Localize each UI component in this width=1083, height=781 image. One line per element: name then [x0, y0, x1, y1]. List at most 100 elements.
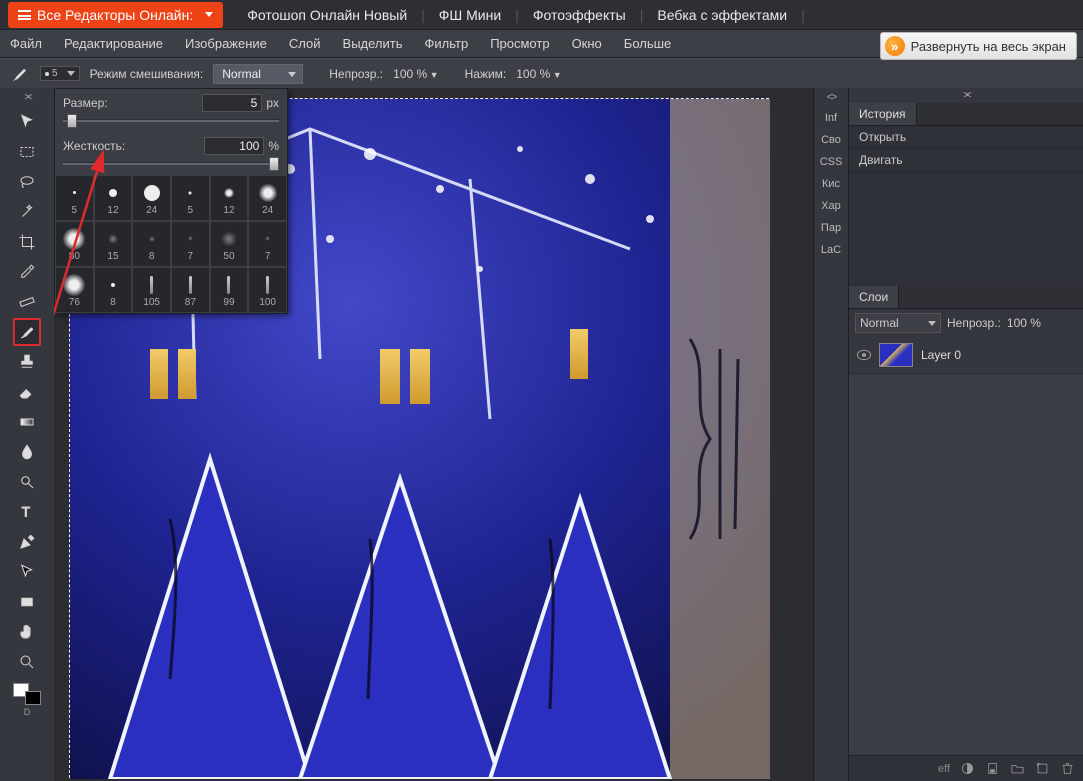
- adjustment-icon[interactable]: [985, 761, 1000, 776]
- brush-preset[interactable]: 7: [248, 221, 287, 267]
- eraser-tool[interactable]: [13, 378, 41, 406]
- crop-tool[interactable]: [13, 228, 41, 256]
- new-layer-icon[interactable]: [1035, 761, 1050, 776]
- marquee-tool[interactable]: [13, 138, 41, 166]
- layers-panel-tabs: Слои: [849, 286, 1083, 309]
- brush-preset[interactable]: 8: [94, 267, 133, 313]
- brush-preset[interactable]: 99: [210, 267, 249, 313]
- menu-window[interactable]: Окно: [572, 36, 602, 51]
- folder-icon[interactable]: [1010, 761, 1025, 776]
- mini-tab-brush[interactable]: Кис: [822, 173, 840, 195]
- menu-image[interactable]: Изображение: [185, 36, 267, 51]
- mask-icon[interactable]: [960, 761, 975, 776]
- menu-select[interactable]: Выделить: [343, 36, 403, 51]
- brush-size-input[interactable]: [202, 94, 262, 112]
- brush-presets-grid: 51224512248015875077681058799100: [55, 175, 287, 313]
- eyedropper-tool[interactable]: [13, 258, 41, 286]
- brush-preset[interactable]: 105: [132, 267, 171, 313]
- brush-tool[interactable]: [13, 318, 41, 346]
- flow-value[interactable]: 100 %: [516, 67, 561, 81]
- editors-dropdown[interactable]: Все Редакторы Онлайн:: [8, 2, 223, 28]
- nav-link-0[interactable]: Фотошоп Онлайн Новый: [247, 7, 407, 23]
- brush-preset[interactable]: 50: [210, 221, 249, 267]
- mini-tab-css[interactable]: CSS: [820, 151, 843, 173]
- background-swatch[interactable]: [25, 691, 41, 705]
- mini-tab-lac[interactable]: LaC: [821, 239, 841, 261]
- gradient-tool[interactable]: [13, 408, 41, 436]
- default-colors-button[interactable]: D: [24, 707, 31, 717]
- brush-settings-panel: Размер: px Жесткость: %: [54, 88, 288, 314]
- mini-tab-para[interactable]: Пар: [821, 217, 841, 239]
- mini-tab-char[interactable]: Хар: [821, 195, 841, 217]
- brush-preset[interactable]: 15: [94, 221, 133, 267]
- blur-tool[interactable]: [13, 438, 41, 466]
- path-select-tool[interactable]: [13, 558, 41, 586]
- layer-blend-select[interactable]: Normal: [855, 313, 941, 333]
- brush-preset[interactable]: 76: [55, 267, 94, 313]
- lasso-tool[interactable]: [13, 168, 41, 196]
- mini-tab-swatch[interactable]: Сво: [821, 129, 841, 151]
- ruler-tool[interactable]: [13, 288, 41, 316]
- current-tool-icon: [8, 63, 30, 85]
- brush-preset-picker[interactable]: 5: [40, 66, 80, 81]
- wand-tool[interactable]: [13, 198, 41, 226]
- brush-hardness-input[interactable]: [204, 137, 264, 155]
- collapse-chevron-icon[interactable]: > <: [849, 88, 1083, 103]
- chevron-down-icon: [205, 12, 213, 17]
- brush-size-slider[interactable]: [63, 114, 279, 128]
- layer-name[interactable]: Layer 0: [921, 348, 961, 362]
- brush-preset[interactable]: 5: [55, 175, 94, 221]
- shape-tool[interactable]: [13, 588, 41, 616]
- menu-layer[interactable]: Слой: [289, 36, 321, 51]
- brush-preset[interactable]: 5: [171, 175, 210, 221]
- collapse-chevron-icon[interactable]: > <: [24, 92, 29, 103]
- footer-eff-label[interactable]: eff: [938, 763, 950, 775]
- layer-thumbnail[interactable]: [879, 343, 913, 367]
- blend-mode-select[interactable]: Normal: [213, 64, 303, 84]
- color-swatches[interactable]: [13, 683, 41, 705]
- trash-icon[interactable]: [1060, 761, 1075, 776]
- brush-preset[interactable]: 87: [171, 267, 210, 313]
- layer-row[interactable]: Layer 0: [849, 337, 1083, 374]
- opacity-value[interactable]: 100 %: [393, 67, 438, 81]
- zoom-tool[interactable]: [13, 648, 41, 676]
- nav-link-2[interactable]: Фотоэффекты: [533, 7, 626, 23]
- expand-fullscreen-button[interactable]: Развернуть на весь экран: [880, 32, 1077, 60]
- menu-icon: [18, 10, 31, 20]
- brush-preset[interactable]: 24: [132, 175, 171, 221]
- nav-link-1[interactable]: ФШ Мини: [439, 7, 501, 23]
- options-bar: 5 Режим смешивания: Normal Непрозр.: 100…: [0, 58, 1083, 88]
- tab-layers[interactable]: Слои: [849, 286, 899, 308]
- history-item[interactable]: Двигать: [849, 149, 1083, 172]
- mini-tab-info[interactable]: Inf: [825, 107, 837, 129]
- history-item[interactable]: Открыть: [849, 126, 1083, 149]
- menu-view[interactable]: Просмотр: [490, 36, 549, 51]
- editors-dropdown-label: Все Редакторы Онлайн:: [37, 7, 193, 23]
- visibility-eye-icon[interactable]: [857, 350, 871, 360]
- brush-preset[interactable]: 12: [210, 175, 249, 221]
- hand-tool[interactable]: [13, 618, 41, 646]
- brush-preset[interactable]: 100: [248, 267, 287, 313]
- menu-filter[interactable]: Фильтр: [425, 36, 469, 51]
- tab-history[interactable]: История: [849, 103, 917, 125]
- brush-preset[interactable]: 80: [55, 221, 94, 267]
- nav-link-3[interactable]: Вебка с эффектами: [657, 7, 787, 23]
- pen-tool[interactable]: [13, 528, 41, 556]
- brush-preset[interactable]: 7: [171, 221, 210, 267]
- collapse-chevron-icon[interactable]: < >: [827, 92, 835, 103]
- brush-hardness-slider[interactable]: [63, 157, 279, 171]
- brush-preset[interactable]: 24: [248, 175, 287, 221]
- app-menu: Файл Редактирование Изображение Слой Выд…: [0, 30, 1083, 58]
- menu-file[interactable]: Файл: [10, 36, 42, 51]
- layer-opacity-value[interactable]: 100 %: [1007, 316, 1041, 330]
- brush-preset[interactable]: 12: [94, 175, 133, 221]
- stamp-tool[interactable]: [13, 348, 41, 376]
- dodge-tool[interactable]: [13, 468, 41, 496]
- menu-edit[interactable]: Редактирование: [64, 36, 163, 51]
- move-tool[interactable]: [13, 108, 41, 136]
- blend-mode-label: Режим смешивания:: [90, 67, 204, 81]
- brush-preset[interactable]: 8: [132, 221, 171, 267]
- menu-more[interactable]: Больше: [624, 36, 672, 51]
- history-panel-body: Открыть Двигать: [849, 126, 1083, 286]
- type-tool[interactable]: T: [13, 498, 41, 526]
